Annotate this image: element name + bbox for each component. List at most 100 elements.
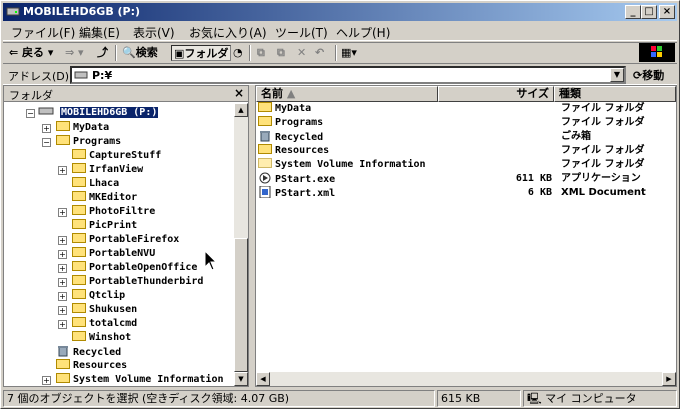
delete-button[interactable]: ✕ xyxy=(297,45,306,61)
undo-button[interactable]: ↶ xyxy=(315,45,324,61)
expand-icon[interactable]: + xyxy=(58,166,67,175)
maximize-button[interactable]: □ xyxy=(641,5,657,19)
folder-icon xyxy=(72,191,86,201)
menu-tools[interactable]: ツール(T) xyxy=(275,24,328,41)
move-to-button[interactable]: ⧉ xyxy=(257,45,265,61)
folder-icon xyxy=(258,116,272,126)
scroll-down-button[interactable]: ▼ xyxy=(234,372,248,386)
address-field[interactable]: P:¥ ▼ xyxy=(70,66,626,84)
up-folder-button[interactable]: ⤴ xyxy=(97,45,108,61)
tree-item[interactable]: CaptureStuff xyxy=(72,149,161,163)
column-header-size[interactable]: サイズ xyxy=(438,86,554,102)
menu-favorites[interactable]: お気に入り(A) xyxy=(189,24,267,41)
status-bar: 7 個のオブジェクトを選択 (空きディスク領域: 4.07 GB) 615 KB… xyxy=(3,388,677,408)
menu-view[interactable]: 表示(V) xyxy=(133,24,175,41)
search-button[interactable]: 🔍検索 xyxy=(122,45,158,61)
copy-to-button[interactable]: ⧉ xyxy=(277,45,285,61)
folder-icon xyxy=(72,317,86,327)
close-button[interactable]: × xyxy=(659,5,675,19)
tree-item[interactable]: MyData xyxy=(56,121,109,135)
list-item[interactable]: System Volume Information ファイル フォルダ xyxy=(256,158,676,172)
tree-root-drive[interactable]: MOBILEHD6GB (P:) xyxy=(38,106,159,120)
tree-item-label: PortableThunderbird xyxy=(89,276,204,287)
list-item[interactable]: Programs ファイル フォルダ xyxy=(256,116,676,130)
tree-item[interactable]: totalcmd xyxy=(72,317,137,331)
toolbar-separator xyxy=(335,45,337,61)
tree-item-label: Lhaca xyxy=(89,178,120,189)
list-item[interactable]: PStart.xml 6 KB XML Document xyxy=(256,185,676,200)
expand-icon[interactable]: + xyxy=(58,278,67,287)
tree-item[interactable]: Winshot xyxy=(72,331,131,345)
tree-item[interactable]: PortableOpenOffice xyxy=(72,261,197,275)
expand-icon[interactable]: + xyxy=(42,376,51,385)
address-dropdown-button[interactable]: ▼ xyxy=(610,68,624,82)
back-button[interactable]: ⇐ 戻る ▾ xyxy=(9,45,53,61)
tree-item[interactable]: PhotoFiltre xyxy=(72,205,155,219)
expand-icon[interactable]: + xyxy=(58,236,67,245)
menu-file[interactable]: ファイル(F) xyxy=(11,24,75,41)
expand-icon[interactable]: + xyxy=(58,208,67,217)
toolbar: ⇐ 戻る ▾ ⇒ ▾ ⤴ 🔍検索 ▣フォルダ ◔ ⧉ ⧉ ✕ ↶ ▦▾ xyxy=(3,42,677,62)
tree-item[interactable]: Resources xyxy=(56,359,127,373)
expand-icon[interactable]: + xyxy=(58,292,67,301)
tree-item-label: Winshot xyxy=(89,332,132,343)
forward-button[interactable]: ⇒ ▾ xyxy=(65,45,84,61)
xml-file-icon xyxy=(258,185,272,199)
tree-item[interactable]: Shukusen xyxy=(72,303,137,317)
list-item-name-cell: PStart.exe xyxy=(258,172,335,187)
address-bar: アドレス(D) P:¥ ▼ ⟳移動 xyxy=(3,63,677,85)
column-header-name[interactable]: 名前 ▲ xyxy=(256,86,438,102)
expand-icon[interactable]: + xyxy=(58,306,67,315)
tree-item[interactable]: Programs xyxy=(56,135,121,149)
tree-item[interactable]: MKEditor xyxy=(72,191,137,205)
views-button[interactable]: ▦▾ xyxy=(341,45,357,61)
expand-icon[interactable]: + xyxy=(58,250,67,259)
back-label: 戻る xyxy=(22,46,45,59)
folder-icon xyxy=(72,289,86,299)
tree-item[interactable]: IrfanView xyxy=(72,163,143,177)
tree-item[interactable]: System Volume Information xyxy=(56,373,224,386)
scroll-up-button[interactable]: ▲ xyxy=(234,103,248,117)
tree-item[interactable]: PortableNVU xyxy=(72,247,155,261)
folder-pane-scrollbar[interactable]: ▲ ▼ xyxy=(234,103,248,386)
toolbar-separator xyxy=(249,45,251,61)
folders-icon: ▣ xyxy=(174,47,185,60)
list-item[interactable]: Recycled ごみ箱 xyxy=(256,130,676,144)
folder-pane-close-button[interactable]: × xyxy=(234,86,244,100)
tree-item[interactable]: PortableThunderbird xyxy=(72,275,203,289)
go-button[interactable]: ⟳移動 xyxy=(633,67,664,83)
collapse-icon[interactable]: − xyxy=(42,138,51,147)
tree-item[interactable]: Lhaca xyxy=(72,177,119,191)
expand-icon[interactable]: + xyxy=(58,320,67,329)
scroll-left-button[interactable]: ◀ xyxy=(256,372,270,386)
history-button[interactable]: ◔ xyxy=(233,45,243,61)
tree-item-label: Resources xyxy=(73,360,128,371)
tree-item[interactable]: Qtclip xyxy=(72,289,125,303)
folders-button[interactable]: ▣フォルダ xyxy=(171,45,232,61)
title-bar[interactable]: MOBILEHD6GB (P:) _ □ × xyxy=(3,3,677,21)
tree-item-label: totalcmd xyxy=(89,318,138,329)
menu-help[interactable]: ヘルプ(H) xyxy=(336,24,390,41)
list-item[interactable]: PStart.exe 611 KB アプリケーション xyxy=(256,172,676,186)
tree-item-label: Shukusen xyxy=(89,304,138,315)
expand-icon[interactable]: + xyxy=(58,264,67,273)
tree-item[interactable]: PortableFirefox xyxy=(72,233,179,247)
minimize-button[interactable]: _ xyxy=(625,5,641,19)
list-item-size: 6 KB xyxy=(527,187,552,198)
status-selection: 7 個のオブジェクトを選択 (空きディスク領域: 4.07 GB) xyxy=(3,390,435,407)
scroll-right-button[interactable]: ▶ xyxy=(662,372,676,386)
tree-item[interactable]: Recycled xyxy=(56,345,121,359)
up-folder-icon: ⤴ xyxy=(97,46,108,59)
collapse-icon[interactable]: − xyxy=(26,109,35,118)
tree-item[interactable]: PicPrint xyxy=(72,219,137,233)
file-list-scrollbar[interactable]: ◀ ▶ xyxy=(256,372,676,386)
list-item[interactable]: Resources ファイル フォルダ xyxy=(256,144,676,158)
explorer-window: MOBILEHD6GB (P:) _ □ × ファイル(F) 編集(E) 表示(… xyxy=(0,0,680,409)
undo-icon: ↶ xyxy=(315,46,325,59)
list-item-type: アプリケーション xyxy=(561,173,641,184)
column-header-type[interactable]: 種類 xyxy=(554,86,676,102)
scroll-thumb[interactable] xyxy=(234,238,248,372)
list-item[interactable]: MyData ファイル フォルダ xyxy=(256,102,676,116)
expand-icon[interactable]: + xyxy=(42,124,51,133)
menu-edit[interactable]: 編集(E) xyxy=(79,24,120,41)
